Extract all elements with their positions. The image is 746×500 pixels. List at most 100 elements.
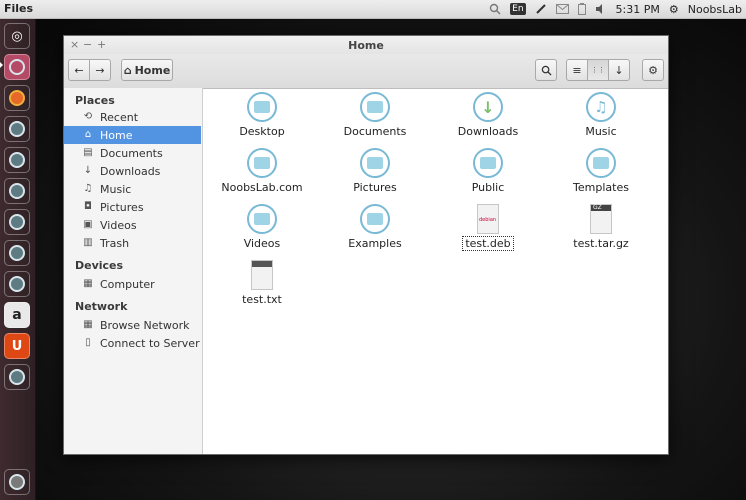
clock[interactable]: 5:31 PM	[616, 3, 660, 16]
settings-button[interactable]: ⚙	[642, 59, 664, 81]
window-titlebar[interactable]: × − + Home	[64, 36, 668, 54]
file-name: Examples	[348, 237, 402, 250]
sidebar-item-connect-to-server[interactable]: ▯ Connect to Server	[64, 334, 201, 352]
launcher: ◎ a U	[0, 19, 36, 500]
file-name: Documents	[343, 125, 407, 138]
app-icon	[9, 245, 25, 261]
pen-icon[interactable]	[535, 3, 547, 15]
file-name: Music	[585, 125, 617, 138]
recent-icon: ⟲	[83, 111, 93, 122]
app-icon	[9, 121, 25, 137]
app-icon	[9, 152, 25, 168]
system-tray: En 5:31 PM ⚙ NoobsLab	[489, 1, 742, 17]
launcher-app-2[interactable]	[4, 147, 30, 173]
chevron-down-icon: ↓	[614, 63, 624, 77]
amazon-icon: a	[12, 307, 22, 323]
file-item-test-deb[interactable]: debian test.deb	[438, 204, 538, 251]
search-icon[interactable]	[489, 3, 501, 15]
file-item-music[interactable]: ♫ Music	[551, 92, 651, 138]
file-name: Videos	[243, 237, 281, 250]
list-view-button[interactable]: ≡	[566, 59, 588, 81]
sidebar-item-videos[interactable]: ▣ Videos	[64, 216, 201, 234]
window-title: Home	[348, 39, 384, 52]
file-item-noobslab[interactable]: NoobsLab.com	[212, 148, 312, 194]
deb-badge: debian	[479, 217, 497, 223]
sidebar-item-label: Music	[100, 182, 132, 196]
file-item-examples[interactable]: Examples	[325, 204, 425, 250]
launcher-app-1[interactable]	[4, 116, 30, 142]
camera-icon: ◘	[84, 201, 92, 212]
mail-icon[interactable]	[555, 4, 569, 14]
app-icon	[9, 183, 25, 199]
sidebar-item-downloads[interactable]: ↓ Downloads	[64, 162, 201, 180]
sidebar-item-label: Videos	[100, 218, 137, 232]
keyboard-layout-indicator[interactable]: En	[510, 3, 526, 15]
workspace-switcher-icon	[9, 369, 25, 385]
sidebar-item-home[interactable]: ⌂ Home	[64, 126, 201, 144]
trash-icon	[9, 474, 25, 490]
session-user-name[interactable]: NoobsLab	[688, 3, 742, 16]
file-item-desktop[interactable]: Desktop	[212, 92, 312, 138]
file-item-documents[interactable]: Documents	[325, 92, 425, 138]
computer-icon: ▦	[83, 278, 93, 289]
launcher-firefox[interactable]	[4, 85, 30, 111]
folder-desktop-icon	[247, 92, 277, 122]
music-icon: ♫	[83, 183, 93, 194]
location-home-button[interactable]: ⌂ Home	[121, 59, 173, 81]
search-button[interactable]	[535, 59, 557, 81]
volume-icon[interactable]	[595, 3, 607, 15]
launcher-amazon[interactable]: a	[4, 302, 30, 328]
file-item-test-tar-gz[interactable]: GZ test.tar.gz	[551, 204, 651, 250]
file-name: Templates	[573, 181, 629, 194]
grid-view-button[interactable]: ⋮⋮	[587, 59, 609, 81]
sidebar-item-label: Connect to Server	[100, 336, 200, 350]
sidebar-item-recent[interactable]: ⟲ Recent	[64, 108, 201, 126]
archive-icon: GZ	[590, 204, 612, 234]
sidebar-item-documents[interactable]: ▤ Documents	[64, 144, 201, 162]
launcher-software-center[interactable]: U	[4, 333, 30, 359]
file-item-templates[interactable]: Templates	[551, 148, 651, 194]
launcher-files[interactable]	[4, 54, 30, 80]
forward-button[interactable]: →	[89, 59, 111, 81]
home-icon: ⌂	[84, 129, 92, 140]
files-window: × − + Home ← → ⌂ Home ≡ ⋮⋮ ↓ ⚙ Places ⟲ Re…	[63, 35, 669, 455]
folder-pictures-icon	[360, 148, 390, 178]
battery-icon[interactable]	[577, 3, 586, 15]
view-options-button[interactable]: ↓	[608, 59, 630, 81]
sidebar-item-label: Browse Network	[100, 318, 190, 332]
server-icon: ▯	[85, 337, 91, 348]
app-icon	[9, 214, 25, 230]
sidebar-item-music[interactable]: ♫ Music	[64, 180, 201, 198]
sidebar-item-label: Downloads	[100, 164, 161, 178]
file-item-public[interactable]: Public	[438, 148, 538, 194]
launcher-workspaces[interactable]	[4, 364, 30, 390]
back-button[interactable]: ←	[68, 59, 90, 81]
top-panel: Files En 5:31 PM ⚙ NoobsLab	[0, 0, 746, 19]
file-name: test.deb	[462, 236, 514, 251]
file-name: Pictures	[353, 181, 397, 194]
location-label: Home	[134, 63, 171, 77]
file-item-test-txt[interactable]: test.txt	[212, 260, 312, 306]
dash-home-button[interactable]: ◎	[4, 23, 30, 49]
file-name: Desktop	[239, 125, 285, 138]
file-item-downloads[interactable]: ↓ Downloads	[438, 92, 538, 138]
launcher-app-6[interactable]	[4, 271, 30, 297]
sidebar-item-browse-network[interactable]: ▦ Browse Network	[64, 316, 201, 334]
sidebar-item-trash[interactable]: ▥ Trash	[64, 234, 201, 252]
gear-icon[interactable]: ⚙	[669, 3, 679, 16]
launcher-app-3[interactable]	[4, 178, 30, 204]
launcher-app-5[interactable]	[4, 240, 30, 266]
list-view-icon: ≡	[572, 63, 582, 77]
file-item-videos[interactable]: Videos	[212, 204, 312, 250]
file-item-pictures[interactable]: Pictures	[325, 148, 425, 194]
sidebar-item-pictures[interactable]: ◘ Pictures	[64, 198, 201, 216]
sidebar-item-label: Trash	[100, 236, 130, 250]
sidebar-item-computer[interactable]: ▦ Computer	[64, 275, 201, 293]
firefox-icon	[9, 90, 25, 106]
gear-icon: ⚙	[648, 63, 658, 77]
launcher-app-4[interactable]	[4, 209, 30, 235]
app-menu-title[interactable]: Files	[4, 2, 33, 15]
sidebar-item-label: Home	[100, 128, 133, 142]
download-icon: ↓	[83, 165, 93, 176]
launcher-trash[interactable]	[4, 469, 30, 495]
